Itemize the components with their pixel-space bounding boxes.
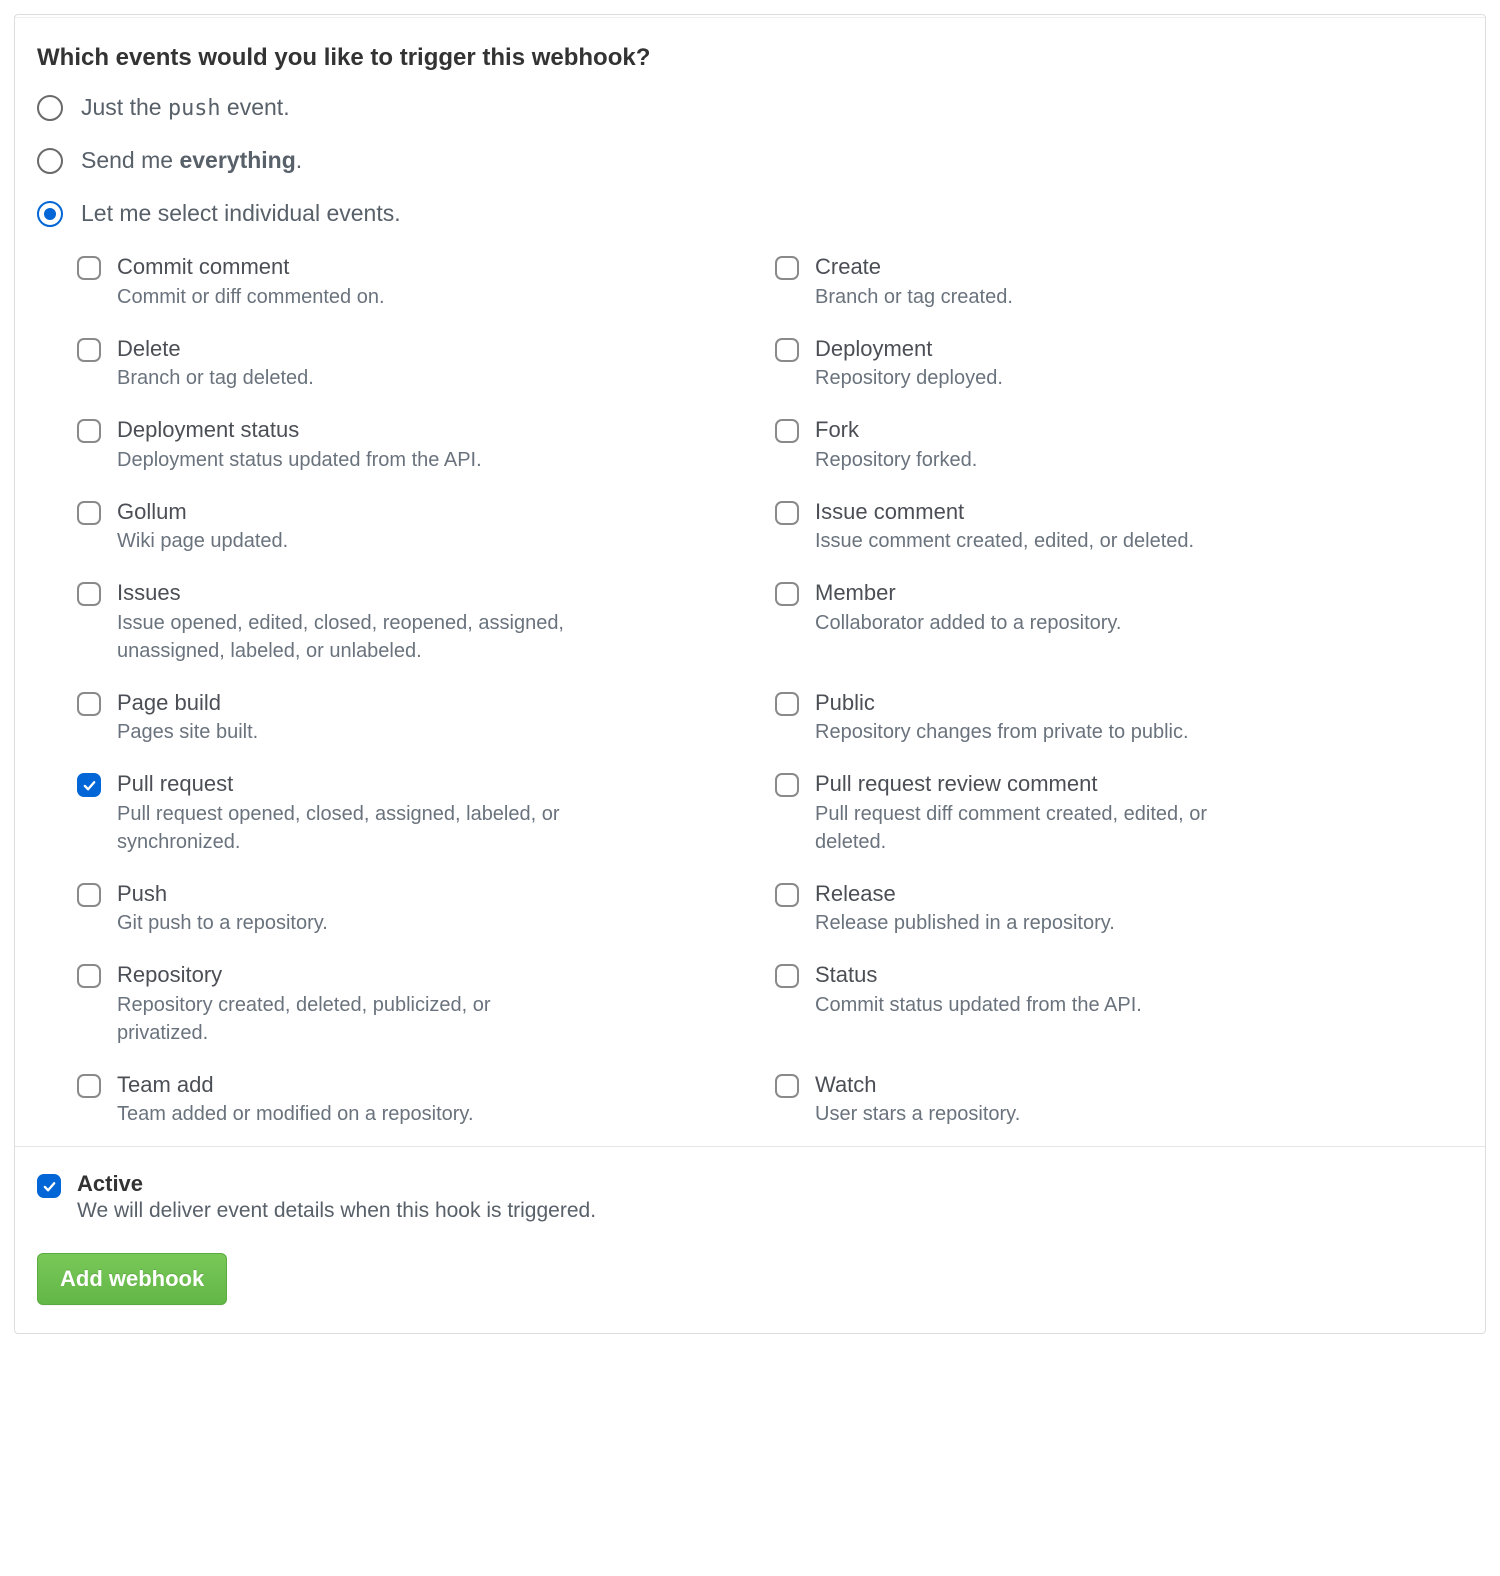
radio-just-push[interactable]: Just the push event. — [37, 94, 1463, 121]
event-checkbox-team-add[interactable] — [77, 1074, 101, 1098]
event-issue-comment: Issue commentIssue comment created, edit… — [775, 498, 1463, 556]
event-checkbox-fork[interactable] — [775, 419, 799, 443]
event-checkbox-repository[interactable] — [77, 964, 101, 988]
event-desc: Deployment status updated from the API. — [117, 446, 482, 474]
event-title: Fork — [815, 416, 977, 444]
event-checkbox-deployment-status[interactable] — [77, 419, 101, 443]
event-watch: WatchUser stars a repository. — [775, 1071, 1463, 1129]
events-heading: Which events would you like to trigger t… — [37, 44, 1463, 72]
event-desc: Git push to a repository. — [117, 909, 328, 937]
event-title: Create — [815, 253, 1013, 281]
event-status: StatusCommit status updated from the API… — [775, 961, 1463, 1047]
event-title: Status — [815, 961, 1142, 989]
event-pull-request-review-comment: Pull request review commentPull request … — [775, 770, 1463, 856]
event-title: Issues — [117, 579, 577, 607]
active-desc: We will deliver event details when this … — [77, 1199, 596, 1223]
event-title: Public — [815, 689, 1189, 717]
event-delete: DeleteBranch or tag deleted. — [77, 335, 765, 393]
event-title: Pull request review comment — [815, 770, 1275, 798]
event-title: Commit comment — [117, 253, 385, 281]
event-title: Repository — [117, 961, 577, 989]
event-checkbox-create[interactable] — [775, 256, 799, 280]
event-desc: Issue opened, edited, closed, reopened, … — [117, 609, 577, 665]
event-fork: ForkRepository forked. — [775, 416, 1463, 474]
event-title: Member — [815, 579, 1121, 607]
event-title: Delete — [117, 335, 314, 363]
event-push: PushGit push to a repository. — [77, 880, 765, 938]
event-desc: Pull request diff comment created, edite… — [815, 800, 1275, 856]
radio-icon — [37, 201, 63, 227]
radio-individual[interactable]: Let me select individual events. — [37, 200, 1463, 227]
event-member: MemberCollaborator added to a repository… — [775, 579, 1463, 665]
event-desc: Pages site built. — [117, 718, 258, 746]
event-repository: RepositoryRepository created, deleted, p… — [77, 961, 765, 1047]
event-title: Team add — [117, 1071, 474, 1099]
events-grid: Commit commentCommit or diff commented o… — [77, 253, 1463, 1128]
event-checkbox-delete[interactable] — [77, 338, 101, 362]
event-issues: IssuesIssue opened, edited, closed, reop… — [77, 579, 765, 665]
radio-everything[interactable]: Send me everything. — [37, 147, 1463, 174]
event-desc: Repository created, deleted, publicized,… — [117, 991, 577, 1047]
add-webhook-button[interactable]: Add webhook — [37, 1253, 227, 1305]
event-title: Deployment status — [117, 416, 482, 444]
event-page-build: Page buildPages site built. — [77, 689, 765, 747]
event-desc: Repository deployed. — [815, 364, 1003, 392]
event-desc: Release published in a repository. — [815, 909, 1115, 937]
event-checkbox-watch[interactable] — [775, 1074, 799, 1098]
event-checkbox-release[interactable] — [775, 883, 799, 907]
event-desc: Repository forked. — [815, 446, 977, 474]
event-desc: Commit status updated from the API. — [815, 991, 1142, 1019]
event-title: Push — [117, 880, 328, 908]
event-title: Page build — [117, 689, 258, 717]
event-title: Pull request — [117, 770, 577, 798]
active-title: Active — [77, 1171, 596, 1197]
radio-label: Let me select individual events. — [81, 200, 401, 227]
radio-label: Just the push event. — [81, 94, 290, 121]
event-desc: Issue comment created, edited, or delete… — [815, 527, 1194, 555]
event-checkbox-status[interactable] — [775, 964, 799, 988]
event-pull-request: Pull requestPull request opened, closed,… — [77, 770, 765, 856]
active-checkbox[interactable] — [37, 1174, 61, 1198]
event-checkbox-deployment[interactable] — [775, 338, 799, 362]
event-checkbox-page-build[interactable] — [77, 692, 101, 716]
event-checkbox-push[interactable] — [77, 883, 101, 907]
event-gollum: GollumWiki page updated. — [77, 498, 765, 556]
event-checkbox-public[interactable] — [775, 692, 799, 716]
event-deployment: DeploymentRepository deployed. — [775, 335, 1463, 393]
event-desc: Pull request opened, closed, assigned, l… — [117, 800, 577, 856]
radio-label: Send me everything. — [81, 147, 302, 174]
event-title: Release — [815, 880, 1115, 908]
event-commit-comment: Commit commentCommit or diff commented o… — [77, 253, 765, 311]
event-checkbox-commit-comment[interactable] — [77, 256, 101, 280]
event-desc: Collaborator added to a repository. — [815, 609, 1121, 637]
event-desc: Wiki page updated. — [117, 527, 288, 555]
event-public: PublicRepository changes from private to… — [775, 689, 1463, 747]
event-desc: Repository changes from private to publi… — [815, 718, 1189, 746]
event-team-add: Team addTeam added or modified on a repo… — [77, 1071, 765, 1129]
event-checkbox-pull-request[interactable] — [77, 773, 101, 797]
event-release: ReleaseRelease published in a repository… — [775, 880, 1463, 938]
event-deployment-status: Deployment statusDeployment status updat… — [77, 416, 765, 474]
event-create: CreateBranch or tag created. — [775, 253, 1463, 311]
event-title: Watch — [815, 1071, 1020, 1099]
radio-icon — [37, 148, 63, 174]
event-desc: User stars a repository. — [815, 1100, 1020, 1128]
event-title: Issue comment — [815, 498, 1194, 526]
event-title: Deployment — [815, 335, 1003, 363]
active-row: Active We will deliver event details whe… — [37, 1171, 1463, 1223]
event-checkbox-pull-request-review-comment[interactable] — [775, 773, 799, 797]
event-checkbox-issues[interactable] — [77, 582, 101, 606]
event-desc: Team added or modified on a repository. — [117, 1100, 474, 1128]
radio-icon — [37, 95, 63, 121]
event-desc: Commit or diff commented on. — [117, 283, 385, 311]
event-desc: Branch or tag deleted. — [117, 364, 314, 392]
webhook-events-panel: Which events would you like to trigger t… — [14, 14, 1486, 1334]
event-checkbox-gollum[interactable] — [77, 501, 101, 525]
event-checkbox-member[interactable] — [775, 582, 799, 606]
event-checkbox-issue-comment[interactable] — [775, 501, 799, 525]
event-desc: Branch or tag created. — [815, 283, 1013, 311]
event-title: Gollum — [117, 498, 288, 526]
